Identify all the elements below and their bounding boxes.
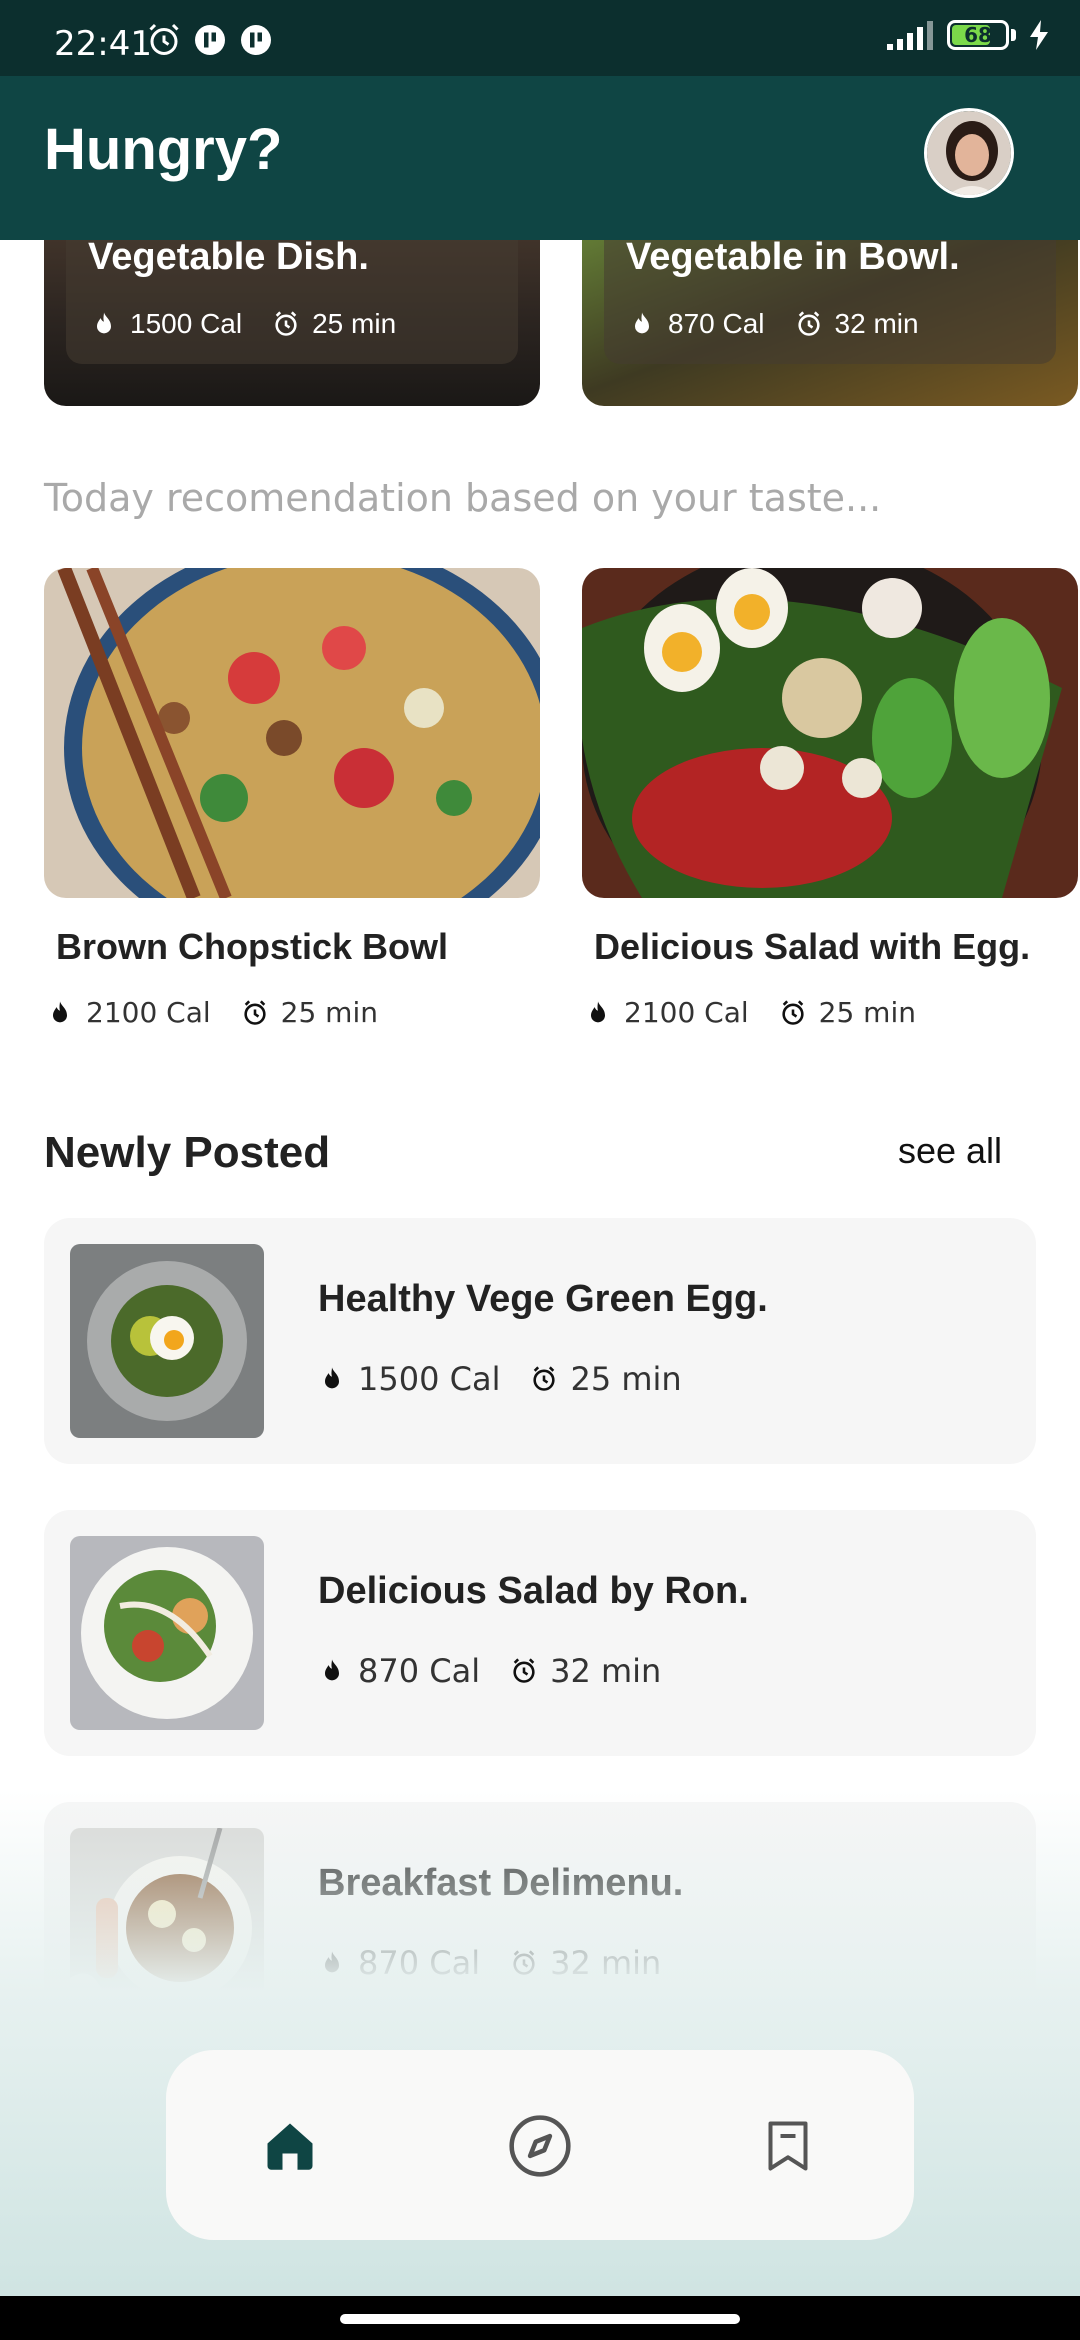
calories: 2100 Cal — [624, 996, 749, 1029]
list-item-meta: 870 Cal 32 min — [318, 1944, 661, 1982]
gesture-bar-area — [0, 2296, 1080, 2340]
calories: 2100 Cal — [86, 996, 211, 1029]
home-indicator[interactable] — [340, 2314, 740, 2324]
flame-icon — [325, 1951, 339, 1973]
recipe-image[interactable] — [44, 568, 540, 898]
list-item-title: Breakfast Delimenu. — [318, 1862, 684, 1904]
see-all-link[interactable]: see all — [898, 1130, 1002, 1172]
status-system-icons: 68 — [885, 20, 1050, 50]
recipe-title[interactable]: Brown Chopstick Bowl — [56, 926, 448, 968]
cook-time: 25 min — [280, 996, 378, 1029]
list-item[interactable]: Healthy Vege Green Egg. 1500 Cal 25 min — [44, 1218, 1036, 1464]
calories: 1500 Cal — [358, 1360, 501, 1398]
cook-time: 32 min — [834, 308, 919, 339]
list-item-meta: 870 Cal 32 min — [318, 1652, 661, 1690]
flame-icon — [53, 1000, 67, 1022]
featured-meta: 870 Cal 32 min — [628, 308, 919, 340]
list-item[interactable]: Delicious Salad by Ron. 870 Cal 32 min — [44, 1510, 1036, 1756]
cook-time: 32 min — [550, 1944, 662, 1982]
charging-icon — [1030, 20, 1048, 50]
recipe-title[interactable]: Delicious Salad with Egg. — [594, 926, 1030, 968]
clock-icon — [513, 1658, 535, 1683]
nav-home-button[interactable] — [250, 2106, 330, 2186]
alarm-icon — [149, 23, 179, 55]
battery-icon: 68 — [947, 20, 1009, 50]
clock-icon — [513, 1950, 535, 1975]
cook-time: 25 min — [312, 308, 397, 339]
profile-photo — [927, 111, 1011, 195]
calories: 870 Cal — [358, 1944, 481, 1982]
featured-title: Vegetable in Bowl. — [626, 236, 960, 278]
flame-icon — [97, 312, 111, 334]
status-notification-icons — [146, 22, 274, 58]
recipe-image[interactable] — [582, 568, 1078, 898]
bookmark-icon — [768, 2121, 808, 2171]
flame-icon — [325, 1367, 339, 1389]
clock-icon — [782, 999, 804, 1025]
list-item[interactable]: Breakfast Delimenu. 870 Cal 32 min — [44, 1802, 1036, 2048]
clock-icon — [533, 1366, 556, 1391]
recipe-thumbnail — [70, 1828, 264, 2022]
cook-time: 25 min — [570, 1360, 682, 1398]
recipe-thumbnail — [70, 1244, 264, 1438]
recipe-meta: 2100 Cal 25 min — [46, 996, 378, 1029]
nav-saved-button[interactable] — [748, 2106, 828, 2186]
nav-explore-button[interactable] — [500, 2106, 580, 2186]
list-item-title: Delicious Salad by Ron. — [318, 1570, 749, 1612]
app-notification-icon — [195, 25, 225, 55]
status-bar: 22:41 68 — [0, 0, 1080, 76]
featured-title: Vegetable Dish. — [88, 236, 369, 278]
calories: 870 Cal — [358, 1652, 481, 1690]
list-item-title: Healthy Vege Green Egg. — [318, 1278, 768, 1320]
flame-icon — [325, 1659, 339, 1681]
home-icon — [267, 2123, 313, 2170]
bottom-navigation — [166, 2050, 914, 2240]
list-item-meta: 1500 Cal 25 min — [318, 1360, 682, 1398]
salad-egg-photo — [582, 568, 1078, 898]
avatar[interactable] — [924, 108, 1014, 198]
section-title: Newly Posted — [44, 1128, 331, 1177]
calories: 1500 Cal — [130, 308, 243, 339]
compass-icon — [509, 2115, 571, 2177]
clock-icon — [275, 311, 297, 336]
battery-level: 68 — [964, 23, 992, 47]
featured-meta: 1500 Cal 25 min — [90, 308, 396, 340]
signal-icon — [887, 21, 933, 50]
clock-icon — [797, 311, 820, 336]
flame-icon — [635, 312, 649, 334]
page-title: Hungry? — [44, 117, 283, 182]
flame-icon — [591, 1000, 605, 1022]
recipe-meta: 2100 Cal 25 min — [584, 996, 916, 1029]
app-notification-icon — [241, 25, 271, 55]
clock-icon — [244, 999, 266, 1025]
cook-time: 25 min — [818, 996, 916, 1029]
noodle-bowl-photo — [44, 568, 540, 898]
recommendation-hint: Today recomendation based on your taste.… — [44, 476, 882, 520]
status-time: 22:41 — [54, 24, 152, 64]
calories: 870 Cal — [668, 308, 765, 339]
app-header: Hungry? — [0, 76, 1080, 240]
cook-time: 32 min — [550, 1652, 662, 1690]
recipe-thumbnail — [70, 1536, 264, 1730]
